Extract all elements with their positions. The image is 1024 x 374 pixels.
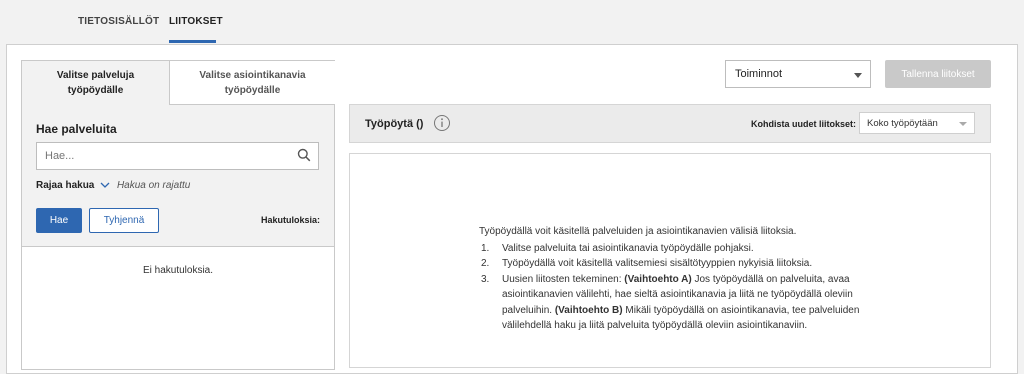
tab-select-services-line2: työpöydälle <box>67 85 124 96</box>
tab-tietosisallot[interactable]: TIETOSISÄLLÖT <box>78 16 159 27</box>
clear-button[interactable]: Tyhjennä <box>89 208 159 233</box>
caret-down-icon <box>854 73 862 78</box>
list-item: 3. Uusien liitosten tekeminen: (Vaihtoeht… <box>481 273 860 332</box>
chevron-down-icon[interactable] <box>100 181 110 189</box>
filter-toggle[interactable]: Rajaa hakua <box>36 180 94 191</box>
no-results-message: Ei hakutuloksia. <box>142 265 214 276</box>
search-input[interactable] <box>36 142 319 170</box>
tab-select-channels[interactable]: Valitse asiointikanavia työpöydälle <box>170 61 335 105</box>
target-label: Kohdista uudet liitokset: <box>751 119 857 129</box>
filter-row: Rajaa hakua Hakua on rajattu <box>36 180 190 191</box>
results-count-label: Hakutuloksia: <box>260 215 320 225</box>
info-icon[interactable] <box>433 114 451 132</box>
left-search-panel: Valitse palveluja työpöydälle Valitse as… <box>21 60 335 370</box>
list-item: 2. Työpöydällä voit käsitellä valitsemies… <box>481 258 813 269</box>
tab-liitokset[interactable]: LIITOKSET <box>169 16 223 27</box>
save-links-button[interactable]: Tallenna liitokset <box>885 60 991 88</box>
desk-header: Työpöytä () Kohdista uudet liitokset: Ko… <box>349 104 991 143</box>
top-navigation: TIETOSISÄLLÖT LIITOKSET <box>0 0 1024 44</box>
desk-steps: 1. Valitse palveluita tai asiointikanavia… <box>479 241 879 334</box>
tab-select-services[interactable]: Valitse palveluja työpöydälle <box>22 61 170 105</box>
target-dropdown-value: Koko työpöytään <box>867 118 938 129</box>
search-icon[interactable] <box>297 148 311 162</box>
search-area: Hae palveluita Rajaa hakua Hakua on raja… <box>22 105 334 247</box>
tab-select-channels-line2: työpöydälle <box>224 85 281 96</box>
filter-status-note: Hakua on rajattu <box>116 180 191 191</box>
search-label: Hae palveluita <box>36 122 117 136</box>
desk-intro: Työpöydällä voit käsitellä palveluiden j… <box>479 226 797 237</box>
desk-title: Työpöytä () <box>365 118 424 130</box>
target-dropdown[interactable]: Koko työpöytään <box>859 112 975 134</box>
tab-select-services-line1: Valitse palveluja <box>56 70 135 81</box>
desk-body: Työpöydällä voit käsitellä palveluiden j… <box>349 153 991 368</box>
tab-select-channels-line1: Valitse asiointikanavia <box>199 70 306 81</box>
actions-dropdown-value: Toiminnot <box>735 68 783 80</box>
desk-instructions: Työpöydällä voit käsitellä palveluiden j… <box>479 224 879 334</box>
caret-down-icon <box>959 122 967 126</box>
search-button[interactable]: Hae <box>36 208 82 233</box>
active-tab-indicator <box>169 40 216 43</box>
list-item: 1. Valitse palveluita tai asiointikanavia… <box>481 242 754 254</box>
actions-dropdown[interactable]: Toiminnot <box>725 60 871 88</box>
